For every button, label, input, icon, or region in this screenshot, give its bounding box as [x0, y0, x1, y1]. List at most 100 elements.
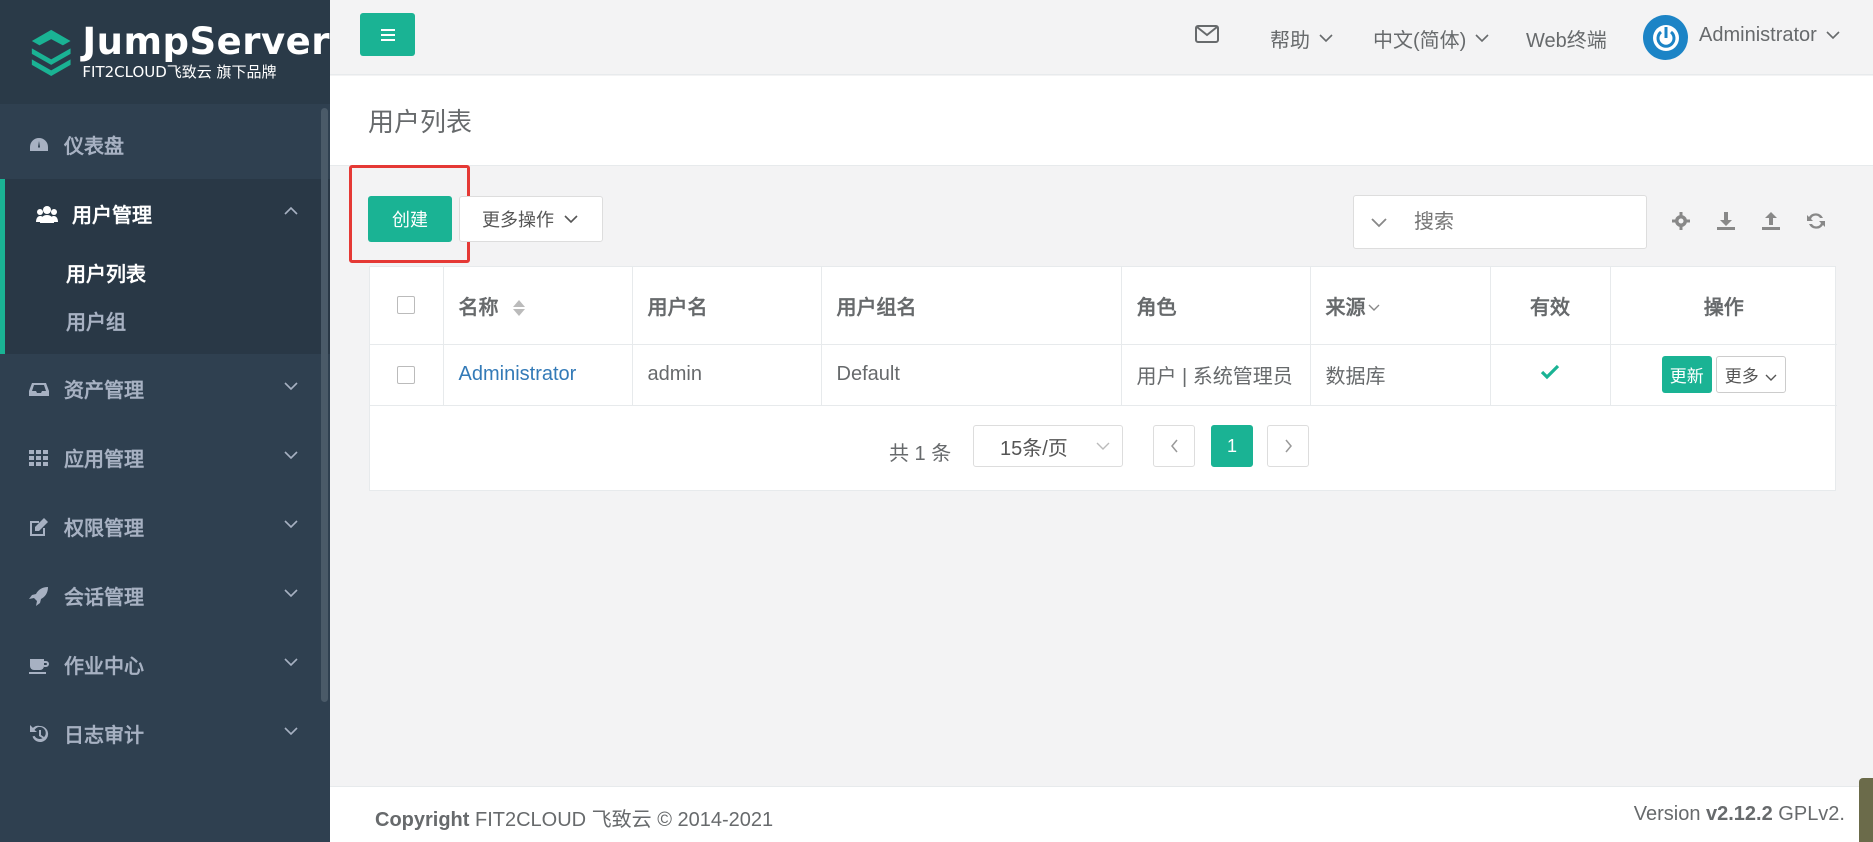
row-more-label: 更多: [1724, 367, 1759, 386]
gear-icon[interactable]: [1670, 210, 1692, 232]
sidebar-item-session-management[interactable]: 会话管理: [0, 561, 330, 630]
cell-role: 用户 | 系统管理员: [1121, 344, 1311, 406]
row-more-dropdown[interactable]: 更多: [1715, 356, 1786, 393]
sidebar-subitem-user-list[interactable]: 用户列表: [5, 248, 330, 296]
prev-page-button[interactable]: [1153, 425, 1195, 467]
user-name-link[interactable]: Administrator: [459, 363, 577, 385]
user-dropdown[interactable]: Administrator: [1699, 24, 1840, 47]
chevron-down-icon: [284, 520, 298, 529]
users-icon: [36, 205, 58, 223]
download-icon[interactable]: [1715, 210, 1737, 232]
grid-icon: [29, 449, 48, 466]
column-header-source[interactable]: 来源: [1310, 267, 1491, 345]
sidebar-item-job-center[interactable]: 作业中心: [0, 630, 330, 699]
row-select-cell: [370, 344, 444, 406]
column-header-role: 角色: [1121, 267, 1311, 345]
column-header-actions: 操作: [1610, 267, 1837, 345]
chevron-left-icon: [1170, 439, 1178, 453]
page-title: 用户列表: [368, 107, 473, 137]
sidebar-item-label: 用户管理: [72, 205, 152, 227]
page-button-current[interactable]: 1: [1211, 425, 1253, 467]
sidebar: JumpServer FIT2CLOUD飞致云 旗下品牌 仪表盘 用户管理 用户…: [0, 0, 330, 842]
sidebar-item-asset-management[interactable]: 资产管理: [0, 354, 330, 423]
chevron-down-icon: [1765, 374, 1777, 381]
column-header-username: 用户名: [632, 267, 822, 345]
cell-username: admin: [632, 344, 822, 406]
sidebar-item-label: 日志审计: [64, 725, 144, 747]
table-row: Administrator admin Default 用户 | 系统管理员 数…: [370, 344, 1837, 406]
top-navbar: 帮助 中文(简体) Web终端 Administrator: [330, 0, 1873, 75]
chevron-down-icon: [1475, 34, 1489, 43]
sort-icon: [513, 300, 526, 317]
avatar[interactable]: [1643, 15, 1688, 60]
sidebar-item-dashboard[interactable]: 仪表盘: [0, 110, 330, 179]
upload-icon[interactable]: [1760, 210, 1782, 232]
page-heading: 用户列表: [330, 76, 1873, 166]
chevron-down-icon[interactable]: [1370, 217, 1388, 228]
version-prefix: Version: [1633, 803, 1706, 825]
pagination: 共 1 条 15条/页 1: [370, 425, 1837, 485]
language-label: 中文(简体): [1373, 30, 1467, 52]
column-header-valid: 有效: [1490, 267, 1611, 345]
sidebar-item-label: 应用管理: [64, 449, 144, 471]
select-all-checkbox[interactable]: [397, 296, 416, 315]
footer: Copyright FIT2CLOUD 飞致云 © 2014-2021 Vers…: [330, 786, 1873, 842]
copyright-text: FIT2CLOUD 飞致云 © 2014-2021: [469, 809, 774, 831]
table-header-row: 名称 用户名 用户组名 角色 来源 有效 操作: [370, 267, 1837, 345]
cell-actions: 更新 更多: [1610, 344, 1837, 406]
submenu-user-management: 用户列表 用户组: [0, 248, 330, 354]
sidebar-toggle-button[interactable]: [360, 13, 415, 56]
chevron-down-icon: [1096, 442, 1110, 450]
select-all-cell: [370, 267, 444, 345]
sidebar-item-app-management[interactable]: 应用管理: [0, 423, 330, 492]
chevron-down-icon: [284, 382, 298, 391]
row-checkbox[interactable]: [397, 365, 416, 384]
sidebar-scrollbar[interactable]: [321, 108, 328, 702]
chevron-right-icon: [1284, 439, 1292, 453]
coffee-icon: [29, 658, 49, 674]
chevron-up-icon: [284, 206, 298, 215]
chevron-down-icon: [1368, 304, 1379, 312]
sidebar-item-label: 权限管理: [64, 518, 144, 540]
check-icon: [1540, 364, 1560, 380]
chevron-down-icon: [284, 451, 298, 460]
edge-widget: [1859, 778, 1873, 842]
page-size-value: 15条/页: [1000, 437, 1068, 460]
help-dropdown[interactable]: 帮助: [1270, 24, 1333, 53]
sidebar-item-audit-log[interactable]: 日志审计: [0, 699, 330, 768]
hamburger-icon: [380, 28, 395, 41]
sidebar-item-user-management[interactable]: 用户管理: [0, 179, 330, 248]
next-page-button[interactable]: [1267, 425, 1309, 467]
column-header-source-label: 来源: [1325, 296, 1366, 319]
chevron-down-icon: [1826, 31, 1840, 40]
logo-subtitle: FIT2CLOUD飞致云 旗下品牌: [82, 63, 277, 81]
mail-icon[interactable]: [1195, 25, 1219, 43]
sidebar-item-permission-management[interactable]: 权限管理: [0, 492, 330, 561]
sidebar-item-label: 作业中心: [64, 656, 144, 678]
user-name: Administrator: [1699, 24, 1817, 46]
pagination-total: 共 1 条: [889, 443, 952, 465]
jumpserver-logo-icon: [31, 29, 71, 76]
sidebar-subitem-user-group[interactable]: 用户组: [5, 296, 330, 344]
chevron-down-icon: [1319, 34, 1333, 43]
column-header-name[interactable]: 名称: [443, 267, 633, 345]
more-actions-dropdown[interactable]: 更多操作: [459, 196, 603, 242]
copyright-label: Copyright: [375, 809, 470, 831]
language-dropdown[interactable]: 中文(简体): [1373, 24, 1489, 53]
more-actions-label: 更多操作: [482, 210, 554, 230]
page-size-select[interactable]: 15条/页: [973, 425, 1123, 467]
sidebar-item-label: 仪表盘: [64, 136, 124, 158]
chevron-down-icon: [284, 658, 298, 667]
cell-name: Administrator: [443, 344, 633, 406]
refresh-icon[interactable]: [1805, 210, 1827, 232]
chevron-down-icon: [284, 727, 298, 736]
user-table: 名称 用户名 用户组名 角色 来源 有效 操作 Administrator ad…: [369, 266, 1837, 491]
update-button[interactable]: 更新: [1661, 356, 1712, 393]
logo[interactable]: JumpServer FIT2CLOUD飞致云 旗下品牌: [0, 0, 330, 104]
logo-title: JumpServer: [82, 20, 330, 63]
search-input[interactable]: [1414, 210, 1614, 234]
search-box: [1353, 195, 1647, 249]
web-terminal-link[interactable]: Web终端: [1526, 24, 1607, 53]
rocket-icon: [29, 586, 48, 606]
license-text: GPLv2.: [1772, 803, 1845, 825]
